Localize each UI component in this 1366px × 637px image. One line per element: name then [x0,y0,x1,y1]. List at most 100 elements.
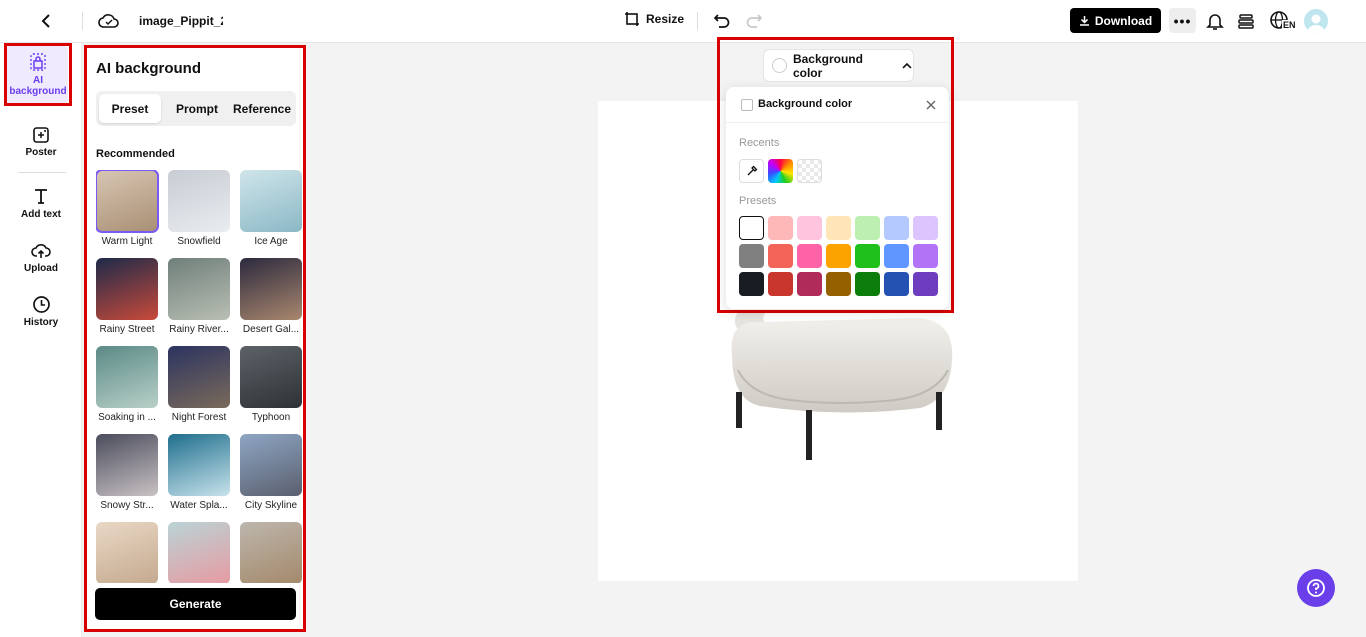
color-swatch[interactable] [768,272,793,296]
preset-label: Night Forest [171,412,227,423]
close-icon[interactable] [925,98,937,110]
preset-tile[interactable] [96,522,158,583]
preset-tile[interactable]: Night Forest [168,346,230,423]
help-button[interactable] [1297,569,1335,607]
nav-divider [18,172,66,173]
preset-label: Snowy Str... [100,500,154,511]
color-swatch[interactable] [797,244,822,268]
back-arrow-icon[interactable] [36,11,56,31]
preset-thumbnail [96,434,158,496]
preset-thumbnail [168,170,230,232]
color-swatch[interactable] [884,244,909,268]
tab-preset[interactable]: Preset [99,94,161,123]
preset-tile[interactable]: Rainy Street [96,258,158,335]
filename[interactable]: image_Pippit_20 [139,14,223,28]
preset-tile[interactable]: Snowy Str... [96,434,158,511]
preset-tile[interactable]: Soaking in ... [96,346,158,423]
nav-upload[interactable]: Upload [0,242,82,274]
tab-prompt[interactable]: Prompt [165,94,229,123]
preset-thumbnail [96,170,159,233]
color-swatch[interactable] [739,216,764,240]
layers-icon[interactable] [1237,11,1255,31]
language-globe-icon[interactable]: EN [1269,10,1297,32]
generate-button[interactable]: Generate [95,588,296,620]
download-button[interactable]: Download [1070,8,1161,33]
color-swatch[interactable] [913,272,938,296]
preset-thumbnail [96,522,158,583]
preset-label: Ice Age [254,236,288,247]
background-color-button[interactable]: Background color [763,49,914,82]
color-swatch[interactable] [768,244,793,268]
background-color-label: Background color [792,51,863,80]
color-swatch[interactable] [855,216,880,240]
preset-label: Rainy River... [169,324,229,335]
preset-thumbnail [168,522,230,583]
question-icon [1307,579,1325,597]
preset-label: Snowfield [177,236,221,247]
preset-tile[interactable]: Typhoon [240,346,302,423]
color-swatch[interactable] [884,216,909,240]
preset-thumbnail [96,258,158,320]
color-swatch[interactable] [913,216,938,240]
nav-poster[interactable]: Poster [0,126,82,158]
nav-ai-label-1: AI [33,74,43,86]
color-spectrum-swatch[interactable] [768,159,793,183]
color-swatch[interactable] [884,272,909,296]
color-swatch[interactable] [855,272,880,296]
redo-icon[interactable] [744,11,764,31]
cloud-sync-icon[interactable] [98,11,120,31]
recents-label: Recents [739,137,780,149]
transparent-swatch[interactable] [797,159,822,183]
color-swatch[interactable] [739,244,764,268]
preset-tile[interactable]: Water Spla... [168,434,230,511]
color-swatch[interactable] [739,272,764,296]
nav-ai-background[interactable]: AI background [4,43,72,106]
resize-button[interactable]: Resize [624,11,684,27]
preset-tile[interactable] [168,522,230,583]
color-swatch[interactable] [768,216,793,240]
nav-history[interactable]: History [0,295,82,328]
ai-background-panel: AI background Preset Prompt Reference Re… [84,45,306,632]
preset-label: Warm Light [101,236,153,247]
bell-icon[interactable] [1206,11,1224,31]
color-swatch[interactable] [826,244,851,268]
eyedropper-icon[interactable] [739,159,764,183]
preset-tile[interactable]: Ice Age [240,170,302,247]
preset-thumbnail [240,170,302,232]
preset-tile[interactable] [240,522,302,583]
more-options-button[interactable]: ••• [1169,8,1196,33]
preset-tile[interactable]: Warm Light [96,170,159,247]
tab-reference[interactable]: Reference [231,94,293,123]
color-swatch[interactable] [826,272,851,296]
preset-label: Desert Gal... [242,324,300,335]
presets-label: Presets [739,195,777,207]
color-swatch[interactable] [797,272,822,296]
preset-tile[interactable]: Snowfield [168,170,230,247]
resize-label: Resize [646,12,685,26]
preset-tile[interactable]: Rainy River... [168,258,230,335]
top-bar: image_Pippit_20 Resize Download ••• EN [0,0,1366,43]
nav-ai-label-2: background [9,85,67,97]
avatar[interactable] [1304,9,1328,33]
color-swatch[interactable] [826,216,851,240]
preset-label: Rainy Street [99,324,155,335]
recommended-heading: Recommended [96,148,175,160]
background-color-checkbox[interactable] [741,99,753,111]
preset-thumbnail [240,346,302,408]
color-swatch[interactable] [797,216,822,240]
nav-add-text[interactable]: Add text [0,186,82,220]
chair-image[interactable] [720,300,960,465]
preset-thumbnail [240,258,302,320]
color-swatch[interactable] [913,244,938,268]
color-swatch[interactable] [855,244,880,268]
preset-tile[interactable]: Desert Gal... [240,258,302,335]
preset-thumbnail [240,522,302,583]
nav-add-text-label: Add text [21,209,61,220]
download-icon [1079,16,1089,26]
divider [82,12,83,30]
preset-tile[interactable]: City Skyline [240,434,302,511]
undo-icon[interactable] [712,11,732,31]
panel-title: AI background [96,60,202,77]
ai-bag-icon [30,52,46,71]
preset-label: Soaking in ... [98,412,156,423]
